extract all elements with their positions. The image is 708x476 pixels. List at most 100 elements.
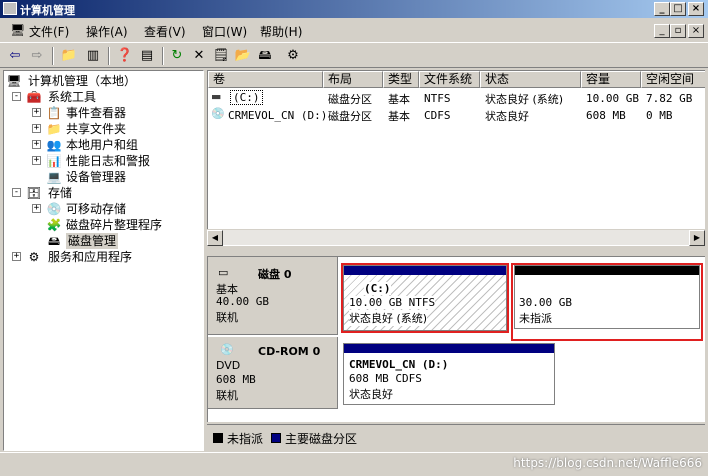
partition-color-bar [344, 344, 554, 353]
toolbar-separator [108, 47, 110, 65]
mdi-close-button[interactable]: × [688, 24, 704, 38]
menu-action[interactable]: 操作(A) [86, 23, 128, 40]
volume-name: CRMEVOL_CN (D:) [228, 109, 328, 122]
mdi-restore-button[interactable]: ▫ [670, 24, 686, 38]
expand-icon[interactable]: + [32, 140, 41, 149]
volume-filesystem: CDFS [424, 109, 451, 122]
menu-file[interactable]: 文件(F) [29, 23, 69, 40]
menu-view[interactable]: 查看(V) [144, 23, 186, 40]
disk-name: 磁盘 0 [258, 268, 292, 281]
tree-label: 可移动存储 [66, 202, 127, 216]
column-header-capacity[interactable]: 容量 [581, 71, 641, 88]
tree-label-selected: 磁盘管理 [66, 233, 119, 249]
scroll-left-icon[interactable]: ◀ [207, 230, 223, 246]
mdi-minimize-button[interactable]: _ [654, 24, 670, 38]
open-icon[interactable]: 📂 [234, 47, 252, 65]
tree-label: 性能日志和警报 [66, 154, 151, 168]
defrag-icon: 🧩 [46, 218, 62, 232]
console-tree: 🖥 计算机管理（本地） - 🧰 系统工具 + 📋 事件查看器 + 📁 共享文件夹… [3, 70, 204, 451]
tree-label: 服务和应用程序 [48, 250, 133, 264]
expand-icon[interactable]: + [32, 156, 41, 165]
watermark-text: https://blog.csdn.net/Waffle666 [513, 456, 702, 470]
computer-management-icon [3, 2, 17, 15]
services-icon: ⚙ [28, 250, 40, 264]
storage-icon: 🗄 [26, 186, 42, 200]
column-header-free-space[interactable]: 空闲空间 [641, 71, 705, 88]
delete-icon[interactable]: ✕ [190, 47, 208, 65]
disk-view: ▭ 磁盘 0 基本 40.00 GB 联机 (C:) 10.00 GB NTFS… [207, 256, 705, 422]
disk-0-info[interactable]: ▭ 磁盘 0 基本 40.00 GB 联机 [208, 257, 338, 335]
computer-icon: 🖥 [6, 74, 22, 88]
partition-d[interactable]: CRMEVOL_CN (D:) 608 MB CDFS 状态良好 [343, 343, 555, 405]
refresh-icon[interactable]: ↻ [168, 47, 186, 65]
forward-icon[interactable]: ⇨ [28, 47, 46, 65]
users-icon: 👥 [46, 138, 62, 152]
help-icon[interactable]: ❓ [116, 47, 134, 65]
expand-icon[interactable]: + [32, 108, 41, 117]
expand-icon[interactable]: + [12, 252, 21, 261]
shared-folder-icon: 📁 [46, 122, 62, 136]
disk-size: 608 MB [216, 373, 256, 386]
scroll-right-icon[interactable]: ▶ [689, 230, 705, 246]
volume-type: 基本 [388, 93, 410, 106]
maximize-button[interactable]: □ [670, 2, 686, 16]
menu-icon[interactable]: 🖥 [10, 23, 25, 37]
highlight-box [341, 263, 509, 333]
column-header-filesystem[interactable]: 文件系统 [419, 71, 480, 88]
expand-icon[interactable]: + [32, 124, 41, 133]
collapse-icon[interactable]: - [12, 188, 21, 197]
properties-icon[interactable]: 🗒 [212, 47, 230, 65]
volume-free-space: 0 MB [646, 109, 673, 122]
status-bar: https://blog.csdn.net/Waffle666 [0, 452, 708, 476]
disk-drive-icon: ▬ [211, 90, 222, 103]
cd-drive-icon: 💿 [211, 107, 225, 120]
cdrom-0-info[interactable]: 💿 CD-ROM 0 DVD 608 MB 联机 [208, 337, 338, 409]
removable-storage-icon: 💿 [46, 202, 62, 216]
up-folder-icon[interactable]: 📁 [60, 47, 78, 65]
column-header-volume[interactable]: 卷 [208, 71, 323, 88]
disk-type: DVD [216, 359, 241, 372]
column-header-layout[interactable]: 布局 [323, 71, 383, 88]
settings-icon[interactable]: ⚙ [284, 47, 302, 65]
column-header-type[interactable]: 类型 [383, 71, 419, 88]
menu-window[interactable]: 窗口(W) [202, 23, 247, 40]
pane-splitter[interactable] [207, 248, 705, 256]
device-manager-icon: 💻 [46, 170, 62, 184]
properties-pane-icon[interactable]: ▤ [138, 47, 156, 65]
close-button[interactable]: × [688, 2, 704, 16]
show-hide-tree-icon[interactable]: ▥ [84, 47, 102, 65]
horizontal-scrollbar[interactable]: ◀ ▶ [207, 229, 705, 246]
column-header-status[interactable]: 状态 [480, 71, 581, 88]
cd-drive-icon: 💿 [220, 343, 234, 356]
tree-label: 磁盘碎片整理程序 [66, 218, 163, 232]
legend: 未指派 主要磁盘分区 [207, 424, 705, 448]
volume-layout: 磁盘分区 [328, 93, 372, 106]
tree-label: 事件查看器 [66, 106, 127, 120]
disk-status: 联机 [216, 311, 238, 324]
disk-size: 40.00 GB [216, 295, 269, 308]
volume-filesystem: NTFS [424, 92, 451, 105]
volume-layout: 磁盘分区 [328, 110, 372, 123]
tree-label: 存储 [48, 186, 73, 200]
event-viewer-icon: 📋 [46, 106, 62, 120]
tree-label: 计算机管理（本地） [28, 74, 137, 88]
window-title: 计算机管理 [20, 4, 75, 17]
expand-icon[interactable]: + [32, 204, 41, 213]
partition-label: CRMEVOL_CN (D:) [349, 358, 449, 371]
tree-label: 本地用户和组 [66, 138, 139, 152]
menu-help[interactable]: 帮助(H) [260, 23, 302, 40]
legend-swatch-unallocated [213, 433, 223, 443]
performance-icon: 📊 [46, 154, 62, 168]
tree-label: 共享文件夹 [66, 122, 127, 136]
drive-icon[interactable]: 🖴 [256, 47, 274, 65]
highlight-box [511, 263, 703, 341]
collapse-icon[interactable]: - [12, 92, 21, 101]
volume-status: 状态良好 (系统) [485, 93, 564, 106]
tools-icon: 🧰 [26, 90, 42, 104]
back-icon[interactable]: ⇦ [6, 47, 24, 65]
legend-label: 主要磁盘分区 [285, 432, 358, 446]
legend-swatch-primary [271, 433, 281, 443]
partition-detail: 608 MB CDFS [349, 372, 422, 385]
menu-bar: 🖥 文件(F) 操作(A) 查看(V) 窗口(W) 帮助(H) _ ▫ × [0, 19, 708, 41]
minimize-button[interactable]: _ [654, 2, 670, 16]
